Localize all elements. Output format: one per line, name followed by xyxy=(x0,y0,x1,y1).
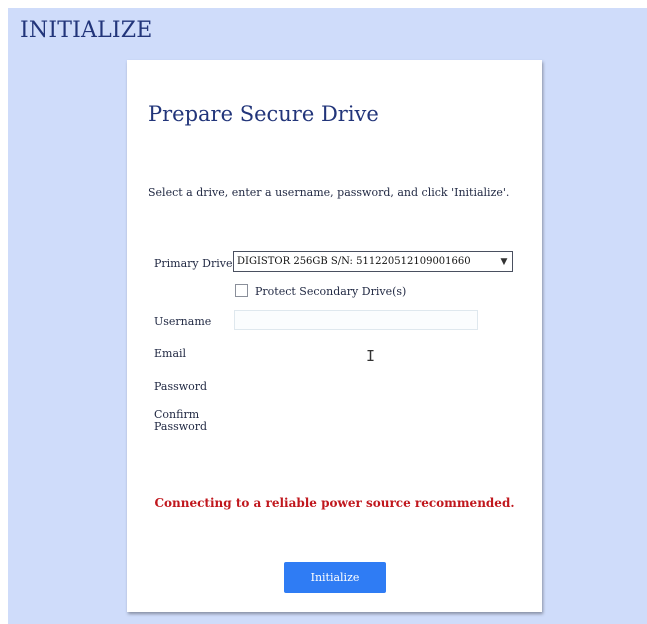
chevron-down-icon[interactable]: ▼ xyxy=(496,257,512,267)
password-label: Password xyxy=(154,380,208,393)
protect-secondary-checkbox[interactable] xyxy=(235,284,248,297)
power-warning: Connecting to a reliable power source re… xyxy=(154,496,515,510)
initialize-card: Prepare Secure Drive Select a drive, ent… xyxy=(127,60,542,612)
email-label: Email xyxy=(154,347,187,360)
protect-secondary-label[interactable]: Protect Secondary Drive(s) xyxy=(255,285,406,298)
primary-drive-select[interactable]: DIGISTOR 256GB S/N: 511220512109001660 ▼ xyxy=(233,251,513,272)
page-heading: INITIALIZE xyxy=(20,18,153,43)
card-title: Prepare Secure Drive xyxy=(148,102,379,126)
primary-drive-value: DIGISTOR 256GB S/N: 511220512109001660 xyxy=(237,256,471,267)
confirm-password-label-line2: Password xyxy=(154,420,208,433)
initialize-button[interactable]: Initialize xyxy=(284,562,386,593)
instructions-text: Select a drive, enter a username, passwo… xyxy=(148,186,510,199)
username-label: Username xyxy=(154,315,212,328)
text-cursor-icon: I xyxy=(366,347,376,365)
primary-drive-label: Primary Drive xyxy=(154,257,233,270)
username-input[interactable] xyxy=(234,310,478,330)
